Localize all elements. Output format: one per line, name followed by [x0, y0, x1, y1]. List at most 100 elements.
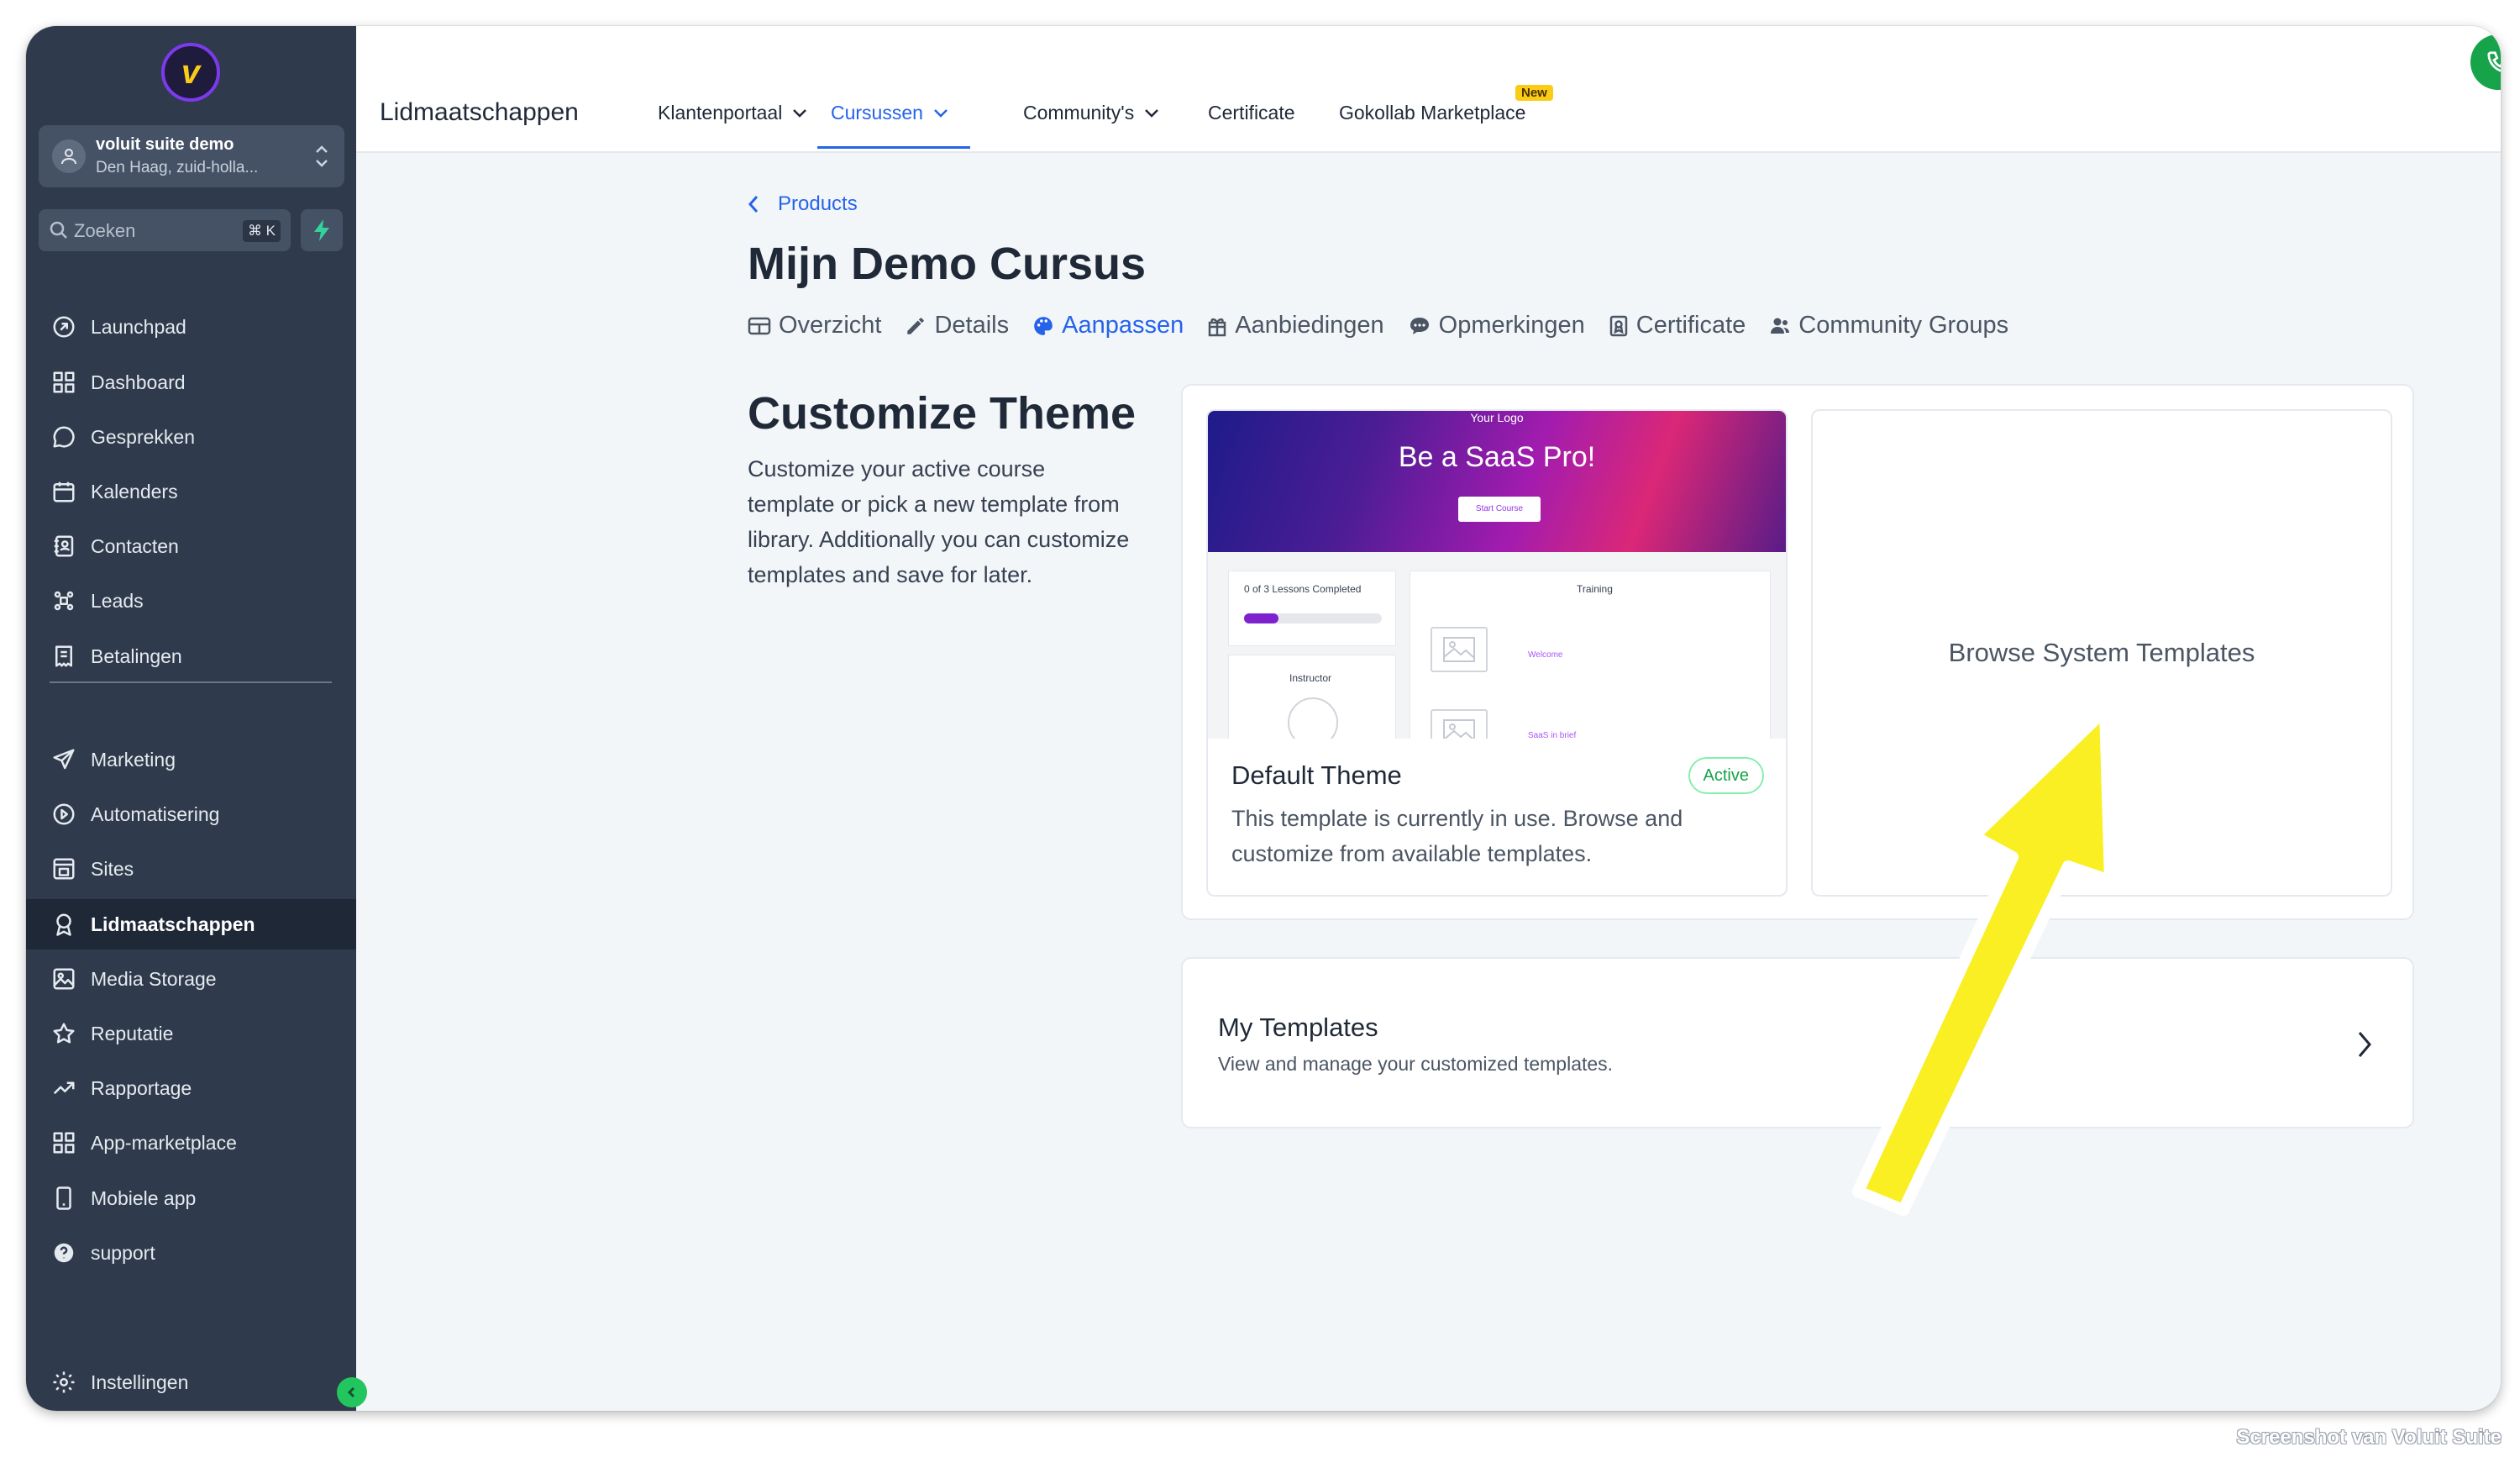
tab-label: Community's [1023, 102, 1135, 124]
search-icon [50, 221, 67, 239]
chevron-down-icon [1145, 108, 1159, 118]
subtab-label: Community Groups [1798, 312, 2009, 339]
sidebar-item-label: Automatisering [91, 802, 220, 825]
subtab-certificate[interactable]: Certificate [1609, 312, 1746, 339]
tab-klantenportaal[interactable]: Klantenportaal [658, 102, 807, 124]
contacts-icon [50, 532, 78, 560]
user-icon [1288, 697, 1338, 739]
sidebar-item-mobiele-app[interactable]: Mobiele app [26, 1173, 356, 1223]
sidebar-item-marketing[interactable]: Marketing [26, 734, 356, 785]
table-icon [748, 317, 771, 334]
grid-icon [50, 1128, 78, 1157]
leads-icon [50, 587, 78, 615]
sidebar-item-label: Reputatie [91, 1022, 174, 1044]
sidebar-item-launchpad[interactable]: Launchpad [26, 302, 356, 352]
image-icon [1431, 709, 1488, 739]
tab-gokollab-marketplace[interactable]: Gokollab Marketplace [1339, 102, 1525, 124]
quick-action-button[interactable] [301, 209, 343, 251]
collapse-sidebar-button[interactable] [337, 1377, 367, 1407]
sidebar-item-gesprekken[interactable]: Gesprekken [26, 412, 356, 462]
preview-hero-title: Be a SaaS Pro! [1398, 441, 1596, 473]
mobile-icon [50, 1184, 78, 1213]
sidebar-item-label: App-marketplace [91, 1131, 237, 1154]
subtab-label: Opmerkingen [1438, 312, 1585, 339]
preview-progress-fill [1244, 613, 1278, 623]
gift-icon [1209, 318, 1226, 336]
top-navigation: Lidmaatschappen Klantenportaal Cursussen… [356, 26, 2501, 153]
chevron-right-icon [2358, 1032, 2371, 1057]
send-icon [50, 745, 78, 774]
chat-icon [50, 423, 78, 451]
preview-progress-box: 0 of 3 Lessons Completed [1228, 571, 1396, 646]
sidebar-item-lidmaatschappen[interactable]: Lidmaatschappen [26, 899, 356, 950]
theme-panel: Your Logo Be a SaaS Pro! Start Course 0 … [1181, 384, 2414, 920]
subtab-label: Aanpassen [1062, 312, 1184, 339]
preview-instructor-box: Instructor [1228, 655, 1396, 739]
theme-card-body: Default Theme This template is currently… [1231, 760, 1762, 871]
launchpad-icon [50, 313, 78, 341]
automation-icon [50, 800, 78, 829]
sidebar-item-automatisering[interactable]: Automatisering [26, 789, 356, 839]
subtab-label: Details [934, 312, 1010, 339]
subtab-community-groups[interactable]: Community Groups [1769, 312, 2008, 339]
subtab-details[interactable]: Details [905, 312, 1009, 339]
app-window: v voluit suite demo Den Haag, zuid-holla… [26, 26, 2501, 1411]
course-subtabs: Overzicht Details Aanpassen Aanbiedingen… [748, 312, 2008, 339]
chevron-left-icon [748, 196, 759, 213]
tab-label: Cursussen [831, 102, 923, 124]
subtab-opmerkingen[interactable]: Opmerkingen [1408, 312, 1585, 339]
new-badge: New [1515, 85, 1553, 101]
phone-button[interactable] [2470, 34, 2501, 90]
subtab-overzicht[interactable]: Overzicht [748, 312, 881, 339]
chevron-down-icon [934, 108, 948, 118]
subtab-aanpassen[interactable]: Aanpassen [1032, 312, 1184, 339]
browse-system-templates-card[interactable]: Browse System Templates [1811, 409, 2392, 897]
default-theme-card[interactable]: Your Logo Be a SaaS Pro! Start Course 0 … [1206, 409, 1788, 897]
sidebar-item-label: support [91, 1241, 155, 1264]
subtab-label: Aanbiedingen [1235, 312, 1384, 339]
chevron-updown-icon [316, 145, 328, 167]
preview-training-box: Training Welcome SaaS in brief [1410, 571, 1771, 739]
image-icon [1431, 627, 1488, 672]
breadcrumb[interactable]: Products [748, 192, 858, 216]
sidebar-item-contacten[interactable]: Contacten [26, 521, 356, 571]
preview-lesson-1: Welcome [1528, 650, 1563, 660]
sidebar-item-betalingen[interactable]: Betalingen [26, 631, 356, 681]
sidebar-item-app-marketplace[interactable]: App-marketplace [26, 1118, 356, 1168]
tab-cursussen[interactable]: Cursussen [831, 102, 948, 124]
search-input[interactable]: Zoeken ⌘ K [39, 209, 291, 251]
sidebar-item-label: Kalenders [91, 480, 178, 502]
sidebar-item-sites[interactable]: Sites [26, 844, 356, 894]
phone-icon [2487, 51, 2501, 72]
tab-certificate[interactable]: Certificate [1208, 102, 1295, 124]
subtab-aanbiedingen[interactable]: Aanbiedingen [1207, 312, 1384, 339]
chevron-left-icon [347, 1386, 355, 1398]
my-templates-title: My Templates [1218, 1013, 1378, 1042]
sidebar-item-rapportage[interactable]: Rapportage [26, 1063, 356, 1113]
palette-icon [1034, 316, 1053, 335]
sidebar-item-media-storage[interactable]: Media Storage [26, 954, 356, 1004]
subtab-label: Overzicht [779, 312, 882, 339]
my-templates-description: View and manage your customized template… [1218, 1053, 1614, 1075]
star-icon [50, 1019, 78, 1048]
tab-label: Certificate [1208, 102, 1295, 124]
my-templates-card[interactable]: My Templates View and manage your custom… [1181, 957, 2414, 1128]
sidebar-item-instellingen[interactable]: Instellingen [26, 1357, 356, 1407]
sidebar-item-kalenders[interactable]: Kalenders [26, 466, 356, 517]
preview-training-text: Training [1577, 583, 1613, 595]
preview-progress-text: 0 of 3 Lessons Completed [1244, 583, 1362, 595]
payments-icon [50, 642, 78, 671]
preview-logo-text: Your Logo [1470, 411, 1524, 424]
search-placeholder: Zoeken [74, 220, 136, 241]
sidebar-item-support[interactable]: support [26, 1228, 356, 1278]
search-shortcut: ⌘ K [242, 220, 281, 242]
sidebar-item-dashboard[interactable]: Dashboard [26, 357, 356, 408]
sidebar-item-leads[interactable]: Leads [26, 576, 356, 626]
sidebar-item-reputatie[interactable]: Reputatie [26, 1008, 356, 1059]
tab-communitys[interactable]: Community's [1023, 102, 1159, 124]
theme-name: Default Theme [1231, 760, 1402, 790]
customize-theme-description: Customize your active course template or… [748, 456, 1130, 587]
account-switcher[interactable]: voluit suite demo Den Haag, zuid-holla..… [39, 125, 344, 187]
app-logo[interactable]: v [161, 43, 220, 102]
breadcrumb-link[interactable]: Products [778, 192, 858, 216]
